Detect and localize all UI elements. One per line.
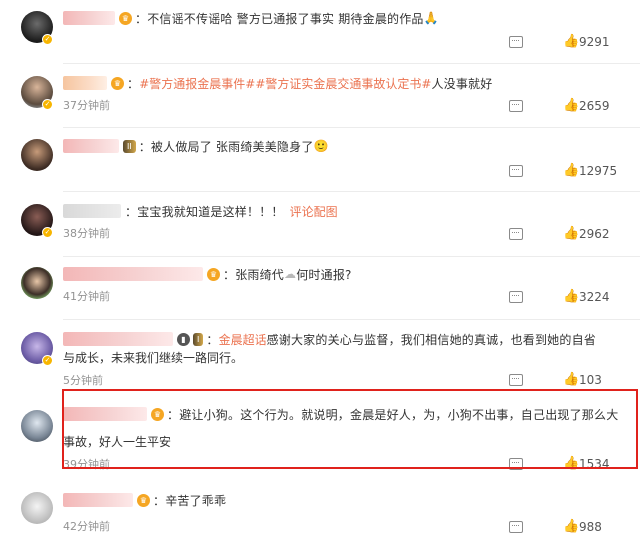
like-count: 988	[579, 520, 602, 534]
fan-level-badge: I	[193, 332, 204, 346]
comment-text: ：被人做局了 张雨绮美美隐身了	[138, 139, 314, 154]
reply-icon[interactable]	[509, 374, 523, 386]
like-count: 2962	[579, 227, 610, 241]
divider	[63, 319, 640, 320]
comment-text-tail: 何时通报?	[296, 267, 352, 282]
timestamp: 38分钟前	[63, 227, 110, 240]
thumbs-up-icon[interactable]: 👍	[563, 290, 579, 303]
verified-badge-icon: ✓	[42, 34, 53, 45]
timestamp: 37分钟前	[63, 99, 110, 112]
comment-item: ♛ ：辛苦了乖乖 42分钟前 👍 988	[0, 484, 640, 540]
timestamp: 41分钟前	[63, 290, 110, 303]
reply-icon[interactable]	[509, 291, 523, 303]
fan-icon: ▮	[177, 332, 190, 346]
cloud-emoji-icon: ☁	[284, 267, 297, 281]
comment-text: ：宝宝我就知道是这样！！！	[125, 204, 284, 219]
pray-emoji-icon: 🙏	[423, 11, 439, 25]
comment-text-line2: 与成长，未来我们继续一路同行。	[63, 351, 244, 365]
reply-icon[interactable]	[509, 521, 523, 533]
thumbs-up-icon[interactable]: 👍	[563, 520, 579, 533]
verified-badge-icon: ✓	[42, 227, 53, 238]
thumbs-up-icon[interactable]: 👍	[563, 227, 579, 240]
comment-text: 人没事就好	[431, 76, 493, 91]
thumbs-up-icon[interactable]: 👍	[563, 35, 579, 48]
username[interactable]	[63, 139, 119, 153]
hashtag-link[interactable]: #警方通报金晨事件#	[139, 75, 255, 92]
like-count: 2659	[579, 99, 610, 113]
smile-emoji-icon: 🙂	[313, 139, 329, 153]
fan-level-badge: II	[123, 139, 136, 153]
comment-text: ：张雨绮代	[223, 267, 285, 282]
thumbs-up-icon[interactable]: 👍	[563, 164, 579, 177]
comment-item: ♛ ：张雨绮代 ☁ 何时通报? 41分钟前 👍 3224	[0, 256, 640, 320]
thumbs-up-icon[interactable]: 👍	[563, 99, 579, 112]
verified-badge-icon: ✓	[42, 355, 53, 366]
verified-badge-icon: ✓	[42, 99, 53, 110]
like-count: 103	[579, 373, 602, 387]
comment-image-link[interactable]: 评论配图	[290, 203, 338, 220]
username[interactable]	[63, 267, 203, 281]
divider	[63, 63, 640, 64]
highlight-box	[62, 389, 638, 469]
like-count: 9291	[579, 35, 610, 49]
username[interactable]	[63, 332, 173, 346]
reply-icon[interactable]	[509, 36, 523, 48]
vip-crown-icon: ♛	[207, 267, 220, 281]
timestamp: 5分钟前	[63, 374, 103, 387]
reply-icon[interactable]	[509, 100, 523, 112]
super-topic-link[interactable]: 金晨超话	[219, 331, 267, 348]
avatar[interactable]	[21, 267, 53, 299]
like-count: 3224	[579, 290, 610, 304]
vip-crown-icon: ♛	[119, 11, 132, 25]
reply-icon[interactable]	[509, 165, 523, 177]
like-count: 12975	[579, 164, 618, 178]
username[interactable]	[63, 76, 107, 90]
avatar[interactable]	[21, 492, 53, 524]
comment-text: 感谢大家的关心与监督，我们相信她的真诚，也看到她的自省	[266, 332, 596, 347]
reply-icon[interactable]	[509, 228, 523, 240]
comment-text: ：不信谣不传谣哈 警方已通报了事实 期待金晨的作品	[135, 11, 424, 26]
hashtag-link[interactable]: #警方证实金晨交通事故认定书#	[255, 75, 431, 92]
divider	[63, 191, 640, 192]
username[interactable]	[63, 204, 121, 218]
avatar[interactable]	[21, 410, 53, 442]
vip-crown-icon: ♛	[111, 76, 124, 90]
username[interactable]	[63, 11, 115, 25]
timestamp: 42分钟前	[63, 520, 110, 533]
comment-item: ✓ ：宝宝我就知道是这样！！！ 评论配图 38分钟前 👍 2962	[0, 193, 640, 257]
comment-feed: ✓ ♛ ：不信谣不传谣哈 警方已通报了事实 期待金晨的作品 🙏 👍 9291 ✓…	[0, 0, 640, 540]
comment-item: ✓ ▮ I ： 金晨超话 感谢大家的关心与监督，我们相信她的真诚，也看到她的自省…	[0, 321, 640, 387]
avatar[interactable]	[21, 139, 53, 171]
vip-crown-icon: ♛	[137, 493, 150, 507]
username[interactable]	[63, 493, 133, 507]
comment-item: II ：被人做局了 张雨绮美美隐身了 🙂 👍 12975	[0, 128, 640, 192]
comment-text: ：辛苦了乖乖	[153, 493, 227, 508]
comment-item: ✓ ♛ ： #警方通报金晨事件# #警方证实金晨交通事故认定书# 人没事就好 3…	[0, 65, 640, 129]
comment-item: ✓ ♛ ：不信谣不传谣哈 警方已通报了事实 期待金晨的作品 🙏 👍 9291	[0, 0, 640, 64]
thumbs-up-icon[interactable]: 👍	[563, 373, 579, 386]
